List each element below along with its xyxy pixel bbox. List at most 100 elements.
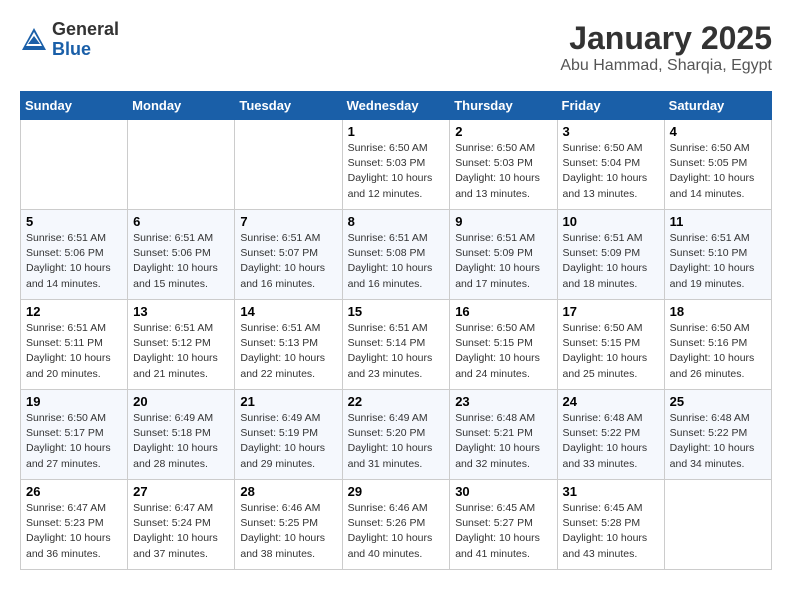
day-info: Sunrise: 6:50 AM Sunset: 5:15 PM Dayligh… xyxy=(455,321,551,382)
day-number: 24 xyxy=(563,394,659,409)
day-info: Sunrise: 6:49 AM Sunset: 5:20 PM Dayligh… xyxy=(348,411,445,472)
day-info: Sunrise: 6:45 AM Sunset: 5:28 PM Dayligh… xyxy=(563,501,659,562)
calendar-cell: 3Sunrise: 6:50 AM Sunset: 5:04 PM Daylig… xyxy=(557,120,664,210)
day-info: Sunrise: 6:50 AM Sunset: 5:16 PM Dayligh… xyxy=(670,321,766,382)
day-info: Sunrise: 6:51 AM Sunset: 5:13 PM Dayligh… xyxy=(240,321,336,382)
day-number: 12 xyxy=(26,304,122,319)
logo-text: General Blue xyxy=(52,20,119,60)
calendar-cell: 11 Sunrise: 6:51 AM Sunset: 5:10 PM Dayli… xyxy=(664,210,771,300)
weekday-header-friday: Friday xyxy=(557,92,664,120)
calendar-cell: 21Sunrise: 6:49 AM Sunset: 5:19 PM Dayli… xyxy=(235,390,342,480)
calendar-cell: 16 Sunrise: 6:50 AM Sunset: 5:15 PM Dayli… xyxy=(450,300,557,390)
logo: General Blue xyxy=(20,20,119,60)
day-number: 17 xyxy=(563,304,659,319)
weekday-header-sunday: Sunday xyxy=(21,92,128,120)
calendar-cell: 4 Sunrise: 6:50 AM Sunset: 5:05 PM Daylig… xyxy=(664,120,771,210)
day-number: 19 xyxy=(26,394,122,409)
logo-blue: Blue xyxy=(52,40,119,60)
day-number: 16 xyxy=(455,304,551,319)
calendar-cell: 25 Sunrise: 6:48 AM Sunset: 5:22 PM Dayli… xyxy=(664,390,771,480)
calendar-cell: 10Sunrise: 6:51 AM Sunset: 5:09 PM Dayli… xyxy=(557,210,664,300)
calendar-week-row: 19 Sunrise: 6:50 AM Sunset: 5:17 PM Dayli… xyxy=(21,390,772,480)
calendar-cell: 5 Sunrise: 6:51 AM Sunset: 5:06 PM Daylig… xyxy=(21,210,128,300)
day-info: Sunrise: 6:51 AM Sunset: 5:11 PM Dayligh… xyxy=(26,321,122,382)
day-info: Sunrise: 6:48 AM Sunset: 5:22 PM Dayligh… xyxy=(670,411,766,472)
day-info: Sunrise: 6:50 AM Sunset: 5:04 PM Dayligh… xyxy=(563,141,659,202)
calendar-cell: 13 Sunrise: 6:51 AM Sunset: 5:12 PM Dayli… xyxy=(128,300,235,390)
day-number: 1 xyxy=(348,124,445,139)
calendar-cell: 1Sunrise: 6:50 AM Sunset: 5:03 PM Daylig… xyxy=(342,120,450,210)
day-info: Sunrise: 6:51 AM Sunset: 5:10 PM Dayligh… xyxy=(670,231,766,292)
calendar-cell xyxy=(664,480,771,570)
day-number: 14 xyxy=(240,304,336,319)
day-info: Sunrise: 6:51 AM Sunset: 5:06 PM Dayligh… xyxy=(133,231,229,292)
day-info: Sunrise: 6:47 AM Sunset: 5:23 PM Dayligh… xyxy=(26,501,122,562)
calendar-cell xyxy=(128,120,235,210)
calendar-cell: 9Sunrise: 6:51 AM Sunset: 5:09 PM Daylig… xyxy=(450,210,557,300)
day-number: 6 xyxy=(133,214,229,229)
page-header: General Blue January 2025 Abu Hammad, Sh… xyxy=(20,20,772,75)
calendar-cell: 31Sunrise: 6:45 AM Sunset: 5:28 PM Dayli… xyxy=(557,480,664,570)
day-number: 20 xyxy=(133,394,229,409)
calendar-cell: 30 Sunrise: 6:45 AM Sunset: 5:27 PM Dayli… xyxy=(450,480,557,570)
day-number: 7 xyxy=(240,214,336,229)
weekday-header-saturday: Saturday xyxy=(664,92,771,120)
weekday-header-wednesday: Wednesday xyxy=(342,92,450,120)
calendar-cell: 19 Sunrise: 6:50 AM Sunset: 5:17 PM Dayli… xyxy=(21,390,128,480)
day-info: Sunrise: 6:51 AM Sunset: 5:12 PM Dayligh… xyxy=(133,321,229,382)
calendar-cell: 2Sunrise: 6:50 AM Sunset: 5:03 PM Daylig… xyxy=(450,120,557,210)
day-number: 30 xyxy=(455,484,551,499)
day-info: Sunrise: 6:50 AM Sunset: 5:05 PM Dayligh… xyxy=(670,141,766,202)
day-info: Sunrise: 6:47 AM Sunset: 5:24 PM Dayligh… xyxy=(133,501,229,562)
logo-general: General xyxy=(52,20,119,40)
day-info: Sunrise: 6:51 AM Sunset: 5:14 PM Dayligh… xyxy=(348,321,445,382)
day-number: 11 xyxy=(670,214,766,229)
weekday-header-row: SundayMondayTuesdayWednesdayThursdayFrid… xyxy=(21,92,772,120)
day-info: Sunrise: 6:45 AM Sunset: 5:27 PM Dayligh… xyxy=(455,501,551,562)
day-number: 27 xyxy=(133,484,229,499)
day-number: 18 xyxy=(670,304,766,319)
weekday-header-monday: Monday xyxy=(128,92,235,120)
day-number: 13 xyxy=(133,304,229,319)
day-number: 5 xyxy=(26,214,122,229)
calendar-week-row: 1 Sunrise: 6:50 AM Sunset: 5:03 PM Daylig… xyxy=(21,120,772,210)
logo-icon xyxy=(20,26,48,54)
day-number: 22 xyxy=(348,394,445,409)
calendar-cell: 22 Sunrise: 6:49 AM Sunset: 5:20 PM Dayli… xyxy=(342,390,450,480)
day-number: 21 xyxy=(240,394,336,409)
location-title: Abu Hammad, Sharqia, Egypt xyxy=(560,57,772,75)
day-number: 23 xyxy=(455,394,551,409)
day-info: Sunrise: 6:50 AM Sunset: 5:15 PM Dayligh… xyxy=(563,321,659,382)
weekday-header-tuesday: Tuesday xyxy=(235,92,342,120)
calendar-cell: 15Sunrise: 6:51 AM Sunset: 5:14 PM Dayli… xyxy=(342,300,450,390)
calendar-cell: 8 Sunrise: 6:51 AM Sunset: 5:08 PM Daylig… xyxy=(342,210,450,300)
day-info: Sunrise: 6:48 AM Sunset: 5:22 PM Dayligh… xyxy=(563,411,659,472)
calendar-cell: 29 Sunrise: 6:46 AM Sunset: 5:26 PM Dayli… xyxy=(342,480,450,570)
calendar-cell: 28 Sunrise: 6:46 AM Sunset: 5:25 PM Dayli… xyxy=(235,480,342,570)
calendar-table: SundayMondayTuesdayWednesdayThursdayFrid… xyxy=(20,91,772,570)
day-number: 29 xyxy=(348,484,445,499)
day-info: Sunrise: 6:51 AM Sunset: 5:08 PM Dayligh… xyxy=(348,231,445,292)
calendar-cell: 7 Sunrise: 6:51 AM Sunset: 5:07 PM Daylig… xyxy=(235,210,342,300)
weekday-header-thursday: Thursday xyxy=(450,92,557,120)
calendar-cell xyxy=(235,120,342,210)
calendar-cell: 6 Sunrise: 6:51 AM Sunset: 5:06 PM Daylig… xyxy=(128,210,235,300)
day-number: 9 xyxy=(455,214,551,229)
day-number: 8 xyxy=(348,214,445,229)
day-number: 25 xyxy=(670,394,766,409)
day-info: Sunrise: 6:46 AM Sunset: 5:25 PM Dayligh… xyxy=(240,501,336,562)
day-info: Sunrise: 6:46 AM Sunset: 5:26 PM Dayligh… xyxy=(348,501,445,562)
calendar-cell: 20Sunrise: 6:49 AM Sunset: 5:18 PM Dayli… xyxy=(128,390,235,480)
title-block: January 2025 Abu Hammad, Sharqia, Egypt xyxy=(560,20,772,75)
day-info: Sunrise: 6:51 AM Sunset: 5:07 PM Dayligh… xyxy=(240,231,336,292)
day-info: Sunrise: 6:50 AM Sunset: 5:17 PM Dayligh… xyxy=(26,411,122,472)
calendar-cell: 14 Sunrise: 6:51 AM Sunset: 5:13 PM Dayli… xyxy=(235,300,342,390)
day-info: Sunrise: 6:51 AM Sunset: 5:06 PM Dayligh… xyxy=(26,231,122,292)
calendar-week-row: 26Sunrise: 6:47 AM Sunset: 5:23 PM Dayli… xyxy=(21,480,772,570)
day-number: 28 xyxy=(240,484,336,499)
day-info: Sunrise: 6:51 AM Sunset: 5:09 PM Dayligh… xyxy=(563,231,659,292)
day-number: 4 xyxy=(670,124,766,139)
calendar-cell: 23Sunrise: 6:48 AM Sunset: 5:21 PM Dayli… xyxy=(450,390,557,480)
day-info: Sunrise: 6:50 AM Sunset: 5:03 PM Dayligh… xyxy=(455,141,551,202)
calendar-cell: 27 Sunrise: 6:47 AM Sunset: 5:24 PM Dayli… xyxy=(128,480,235,570)
